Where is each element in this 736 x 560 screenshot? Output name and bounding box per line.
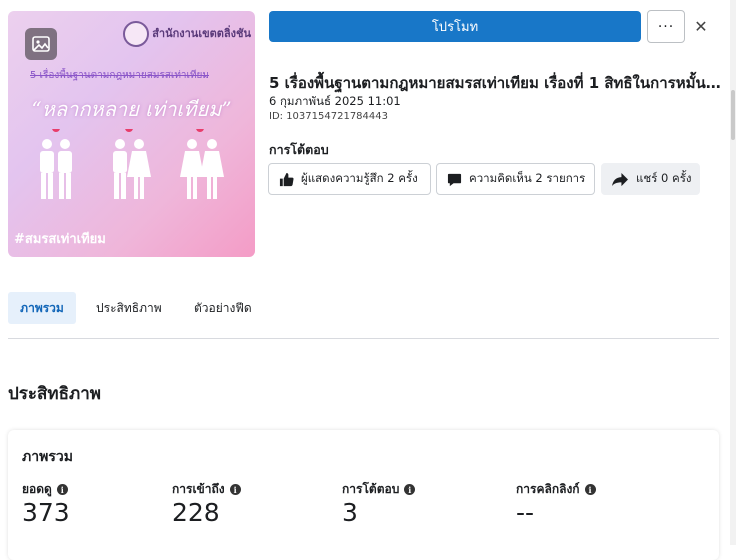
post-title: 5 เรื่องพื้นฐานตามกฎหมายสมรสเท่าเทียม เร… [269,74,721,92]
metric-value-link-clicks: -- [516,498,535,527]
thumbnail-slogan: “หลากหลาย เท่าเทียม” [31,97,232,121]
card-title-overview: ภาพรวม [22,449,73,465]
metric-label-link-clicks: การคลิกลิงก์ i [516,480,596,499]
metric-value-reach: 228 [172,498,220,527]
info-icon[interactable]: i [229,484,241,495]
info-icon[interactable]: i [56,484,68,495]
comment-icon [447,173,462,186]
comments-label: ความคิดเห็น 2 รายการ [469,171,586,185]
shares-button[interactable]: แชร์ 0 ครั้ง [601,163,700,195]
shares-label: แชร์ 0 ครั้ง [636,171,692,185]
section-title-performance: ประสิทธิภาพ [8,384,101,404]
interactions-title: การโต้ตอบ [269,142,329,157]
metric-views-label: ยอดดู [22,482,52,496]
metric-label-interactions: การโต้ตอบ i [342,480,416,499]
reactions-label: ผู้แสดงความรู้สึก 2 ครั้ง [301,171,418,185]
post-date: 6 กุมภาพันธ์ 2025 11:01 [269,94,401,108]
tab-performance[interactable]: ประสิทธิภาพ [86,292,172,324]
post-thumbnail[interactable]: สำนักงานเขตตลิ่งชัน 5 เรื่องพื้นฐานตามกฎ… [8,11,255,257]
scrollbar-thumb[interactable] [731,90,735,140]
more-icon: ··· [657,18,675,35]
thumbs-up-icon [279,172,294,186]
metric-label-views: ยอดดู i [22,480,68,499]
share-icon [612,172,628,186]
seal-icon [123,21,150,47]
more-options-button[interactable]: ··· [647,10,685,43]
promote-button[interactable]: โปรโมท [269,11,641,42]
metric-reach-label: การเข้าถึง [172,482,225,496]
logo-text: สำนักงานเขตตลิ่งชัน [152,27,251,40]
metric-interactions-label: การโต้ตอบ [342,482,400,496]
post-id: ID: 1037154721784443 [269,111,388,122]
info-icon[interactable]: i [404,484,416,495]
tab-feed-preview[interactable]: ตัวอย่างฟีด [184,292,262,324]
couples-illustration [40,129,224,199]
metric-label-reach: การเข้าถึง i [172,480,241,499]
image-icon [25,28,57,60]
close-button[interactable]: ✕ [691,16,711,36]
close-icon: ✕ [694,16,708,36]
comments-button[interactable]: ความคิดเห็น 2 รายการ [436,163,595,195]
metric-link-clicks-label: การคลิกลิงก์ [516,482,580,496]
district-office-logo: สำนักงานเขตตลิ่งชัน [123,21,251,47]
info-icon[interactable]: i [584,484,596,495]
thumbnail-banner: 5 เรื่องพื้นฐานตามกฎหมายสมรสเท่าเทียม [30,70,209,81]
scrollbar[interactable] [730,0,736,545]
metric-value-interactions: 3 [342,498,358,527]
tab-overview[interactable]: ภาพรวม [8,292,76,324]
thumbnail-hashtag: #สมรสเท่าเทียม [14,232,106,247]
tabs-divider [8,338,719,339]
reactions-button[interactable]: ผู้แสดงความรู้สึก 2 ครั้ง [268,163,431,195]
metric-value-views: 373 [22,498,70,527]
